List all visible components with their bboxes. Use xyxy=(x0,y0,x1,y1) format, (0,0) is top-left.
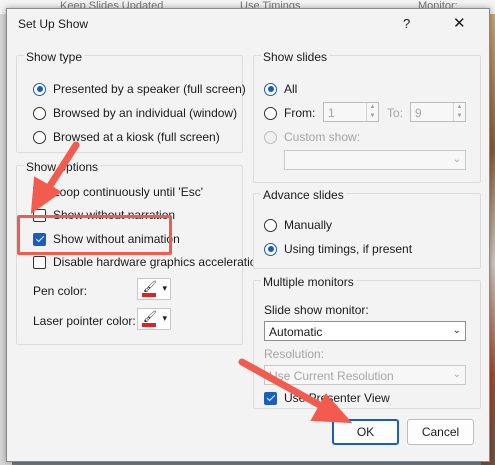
annotation-arrow-to-ok xyxy=(238,358,353,424)
annotation-arrows xyxy=(30,141,353,424)
annotation-arrow-to-checkbox xyxy=(30,141,80,215)
